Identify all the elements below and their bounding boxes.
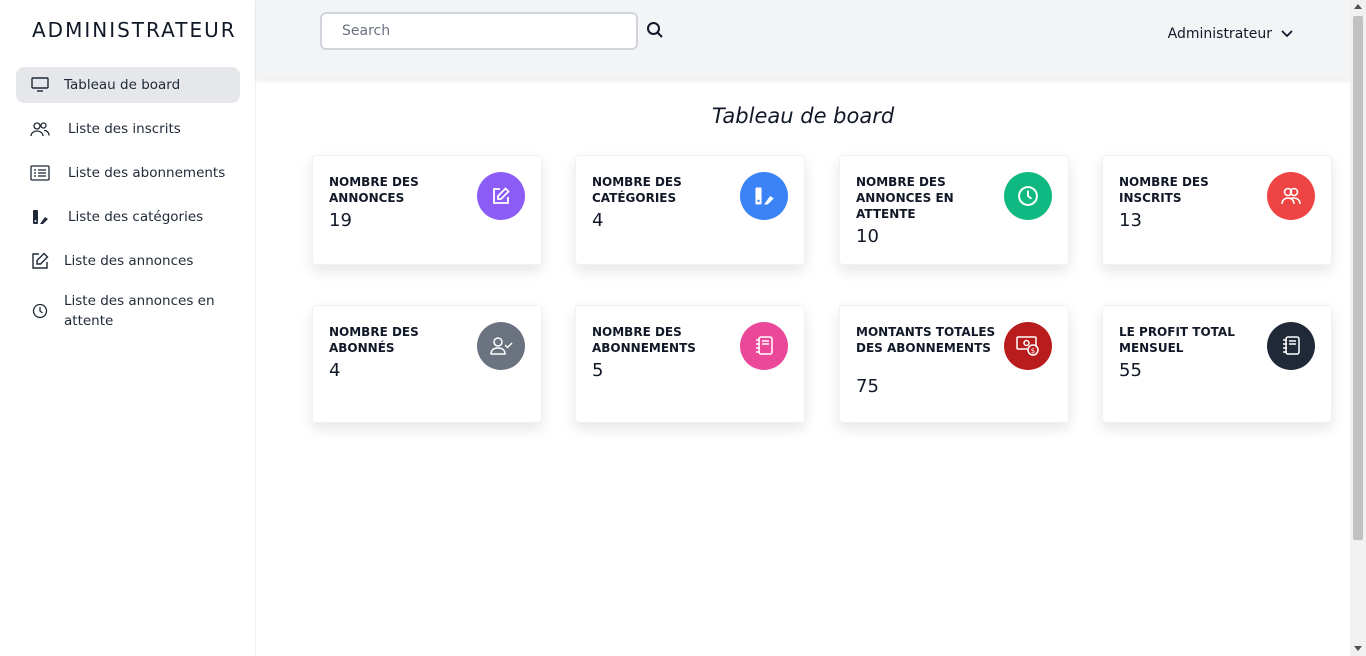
sidebar: ADMINISTRATEUR Tableau de board Liste de… bbox=[0, 0, 256, 656]
sidebar-item-label: Liste des annonces en attente bbox=[64, 293, 215, 329]
card-value: 10 bbox=[856, 226, 879, 247]
notebook-icon bbox=[740, 322, 788, 370]
page-title: Tableau de board bbox=[711, 104, 895, 128]
search-input[interactable] bbox=[320, 12, 638, 50]
card-title: NOMBRE DES ABONNEMENTS bbox=[592, 325, 696, 355]
users-icon bbox=[30, 119, 50, 139]
sidebar-nav: Tableau de board Liste des inscrits List… bbox=[16, 67, 240, 343]
clock-icon bbox=[1004, 172, 1052, 220]
card-title: NOMBRE DES INSCRITS bbox=[1119, 175, 1209, 205]
scroll-down-arrow-icon[interactable] bbox=[1354, 646, 1362, 651]
sidebar-item-tableau-de-board[interactable]: Tableau de board bbox=[16, 67, 240, 103]
sidebar-item-label: Liste des catégories bbox=[68, 209, 204, 225]
brand-title: ADMINISTRATEUR bbox=[32, 18, 237, 42]
card-title: NOMBRE DES CATÉGORIES bbox=[592, 175, 682, 205]
svg-text:$: $ bbox=[1031, 347, 1035, 355]
scroll-up-arrow-icon[interactable] bbox=[1354, 4, 1362, 9]
stat-card-inscrits: NOMBRE DES INSCRITS 13 bbox=[1102, 155, 1332, 265]
top-header: Administrateur bbox=[256, 0, 1350, 79]
notebook-icon bbox=[1267, 322, 1315, 370]
stat-card-annonces: NOMBRE DES ANNONCES 19 bbox=[312, 155, 542, 265]
sidebar-item-label: Liste des inscrits bbox=[68, 121, 181, 137]
scrollbar-thumb[interactable] bbox=[1353, 16, 1363, 540]
edit-icon bbox=[477, 172, 525, 220]
sidebar-item-inscrits[interactable]: Liste des inscrits bbox=[16, 111, 240, 147]
card-value: 75 bbox=[856, 376, 879, 397]
sidebar-item-label: Liste des annonces bbox=[64, 253, 194, 269]
stat-card-abonnes: NOMBRE DES ABONNÉS 4 bbox=[312, 305, 542, 423]
categories-icon bbox=[740, 172, 788, 220]
card-value: 13 bbox=[1119, 210, 1142, 231]
card-title: LE PROFIT TOTAL MENSUEL bbox=[1119, 325, 1235, 355]
stat-card-annonces-en-attente: NOMBRE DES ANNONCES EN ATTENTE 10 bbox=[839, 155, 1069, 265]
card-value: 55 bbox=[1119, 360, 1142, 381]
card-title: NOMBRE DES ANNONCES bbox=[329, 175, 419, 205]
user-name: Administrateur bbox=[1167, 26, 1272, 42]
clock-icon bbox=[30, 301, 50, 321]
sidebar-item-abonnements[interactable]: Liste des abonnements bbox=[16, 155, 240, 191]
sidebar-item-label: Liste des abonnements bbox=[68, 165, 226, 181]
stat-card-categories: NOMBRE DES CATÉGORIES 4 bbox=[575, 155, 805, 265]
user-check-icon bbox=[477, 322, 525, 370]
stat-card-abonnements: NOMBRE DES ABONNEMENTS 5 bbox=[575, 305, 805, 423]
search-icon[interactable] bbox=[646, 21, 666, 41]
card-title: MONTANTS TOTALES DES ABONNEMENTS bbox=[856, 325, 996, 355]
list-icon bbox=[30, 163, 50, 183]
users-icon bbox=[1267, 172, 1315, 220]
stat-card-montants: MONTANTS TOTALES DES ABONNEMENTS 75 $ bbox=[839, 305, 1069, 423]
sidebar-item-annonces[interactable]: Liste des annonces bbox=[16, 243, 240, 279]
sidebar-item-annonces-en-attente[interactable]: Liste des annonces en attente bbox=[16, 287, 240, 335]
card-title: NOMBRE DES ABONNÉS bbox=[329, 325, 419, 355]
user-menu[interactable]: Administrateur bbox=[1168, 26, 1294, 42]
sidebar-item-categories[interactable]: Liste des catégories bbox=[16, 199, 240, 235]
card-value: 19 bbox=[329, 210, 352, 231]
sidebar-item-label: Tableau de board bbox=[64, 77, 181, 93]
card-value: 4 bbox=[329, 360, 341, 381]
monitor-icon bbox=[30, 75, 50, 95]
vertical-scrollbar[interactable] bbox=[1350, 0, 1366, 656]
card-value: 5 bbox=[592, 360, 604, 381]
chevron-down-icon bbox=[1281, 30, 1293, 38]
card-title: NOMBRE DES ANNONCES EN ATTENTE bbox=[856, 175, 954, 221]
edit-icon bbox=[30, 251, 50, 271]
stat-card-profit: LE PROFIT TOTAL MENSUEL 55 bbox=[1102, 305, 1332, 423]
money-icon: $ bbox=[1004, 322, 1052, 370]
card-value: 4 bbox=[592, 210, 604, 231]
categories-icon bbox=[30, 207, 50, 227]
